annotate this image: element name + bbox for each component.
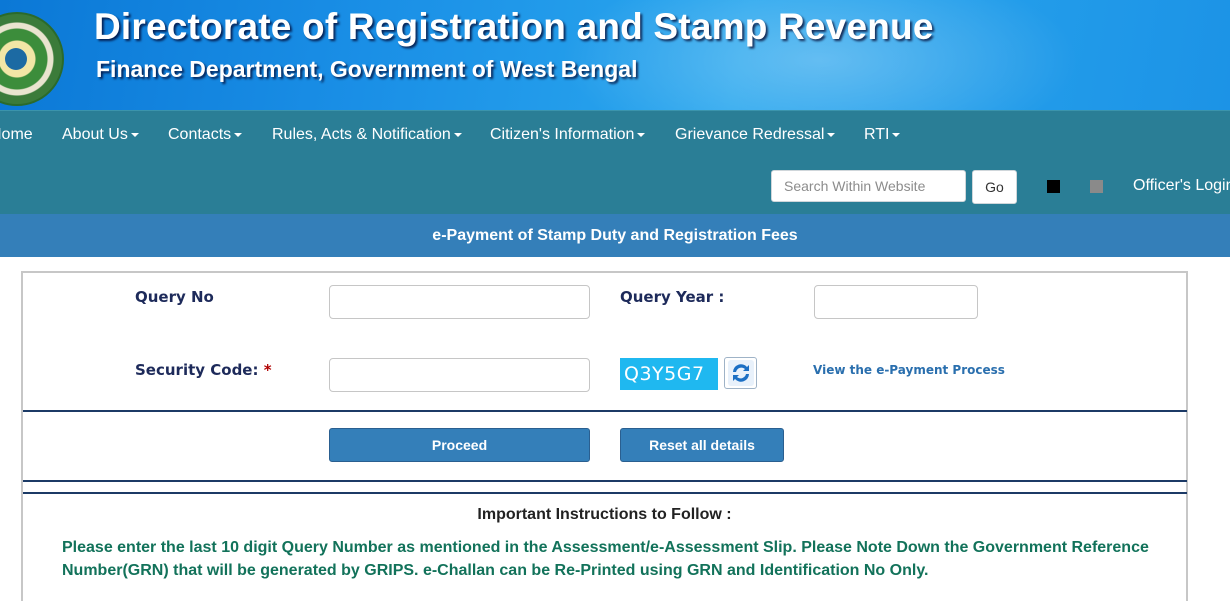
site-subtitle: Finance Department, Government of West B… — [96, 56, 638, 82]
query-no-label: Query No — [135, 288, 214, 306]
normal-theme-toggle[interactable] — [1090, 180, 1103, 193]
security-code-label: Security Code: * — [135, 361, 272, 379]
query-year-label: Query Year : — [620, 288, 725, 306]
instructions-title: Important Instructions to Follow : — [477, 506, 732, 523]
nav-item-label: Grievance Redressal — [675, 126, 825, 143]
reset-all-details-button[interactable]: Reset all details — [620, 428, 784, 462]
nav-item-label: Home — [0, 126, 33, 143]
site-title: Directorate of Registration and Stamp Re… — [94, 6, 934, 47]
form-divider-1 — [23, 410, 1187, 412]
query-year-input[interactable] — [814, 285, 978, 319]
proceed-button[interactable]: Proceed — [329, 428, 590, 462]
seal-center — [5, 48, 27, 70]
officers-login-link[interactable]: Officer's Login — [1133, 177, 1230, 195]
captcha-image: Q3Y5G7 — [620, 358, 718, 390]
nav-item-label: Contacts — [168, 126, 232, 143]
query-no-input[interactable] — [329, 285, 590, 319]
high-contrast-theme-toggle[interactable] — [1047, 180, 1060, 193]
instructions-text: Please enter the last 10 digit Query Num… — [62, 539, 1149, 579]
site-search-input[interactable] — [771, 170, 966, 202]
nav-item-label: Rules, Acts & Notification — [272, 126, 451, 143]
nav-item-rti[interactable]: RTI — [864, 126, 901, 144]
nav-item-citizens-information[interactable]: Citizen's Information — [490, 126, 646, 144]
security-code-input[interactable] — [329, 358, 590, 392]
nav-item-label: RTI — [864, 126, 890, 143]
chevron-down-icon — [130, 132, 139, 137]
site-header-banner: Directorate of Registration and Stamp Re… — [0, 0, 1230, 110]
chevron-down-icon — [453, 132, 462, 137]
form-divider-2 — [23, 480, 1187, 482]
security-code-label-text: Security Code: — [135, 361, 259, 379]
main-navbar: Home About Us Contacts Rules, Acts & Not… — [0, 110, 1230, 214]
section-title-bar: e-Payment of Stamp Duty and Registration… — [0, 214, 1230, 257]
chevron-down-icon — [234, 132, 243, 137]
captcha-refresh-button[interactable] — [724, 357, 757, 389]
govt-seal-logo — [0, 12, 64, 106]
refresh-icon — [727, 360, 754, 386]
required-asterisk: * — [263, 361, 272, 379]
nav-item-contacts[interactable]: Contacts — [168, 126, 243, 144]
nav-item-about-us[interactable]: About Us — [62, 126, 139, 144]
chevron-down-icon — [827, 132, 836, 137]
section-title: e-Payment of Stamp Duty and Registration… — [432, 226, 798, 244]
view-epayment-process-link[interactable]: View the e-Payment Process — [813, 363, 1005, 377]
nav-item-rules-acts[interactable]: Rules, Acts & Notification — [272, 126, 462, 144]
search-go-button[interactable]: Go — [972, 170, 1017, 204]
nav-item-label: Citizen's Information — [490, 126, 635, 143]
chevron-down-icon — [637, 132, 646, 137]
nav-item-home[interactable]: Home — [0, 126, 33, 144]
nav-item-grievance-redressal[interactable]: Grievance Redressal — [675, 126, 836, 144]
form-divider-3 — [23, 492, 1187, 494]
chevron-down-icon — [892, 132, 901, 137]
nav-item-label: About Us — [62, 126, 128, 143]
